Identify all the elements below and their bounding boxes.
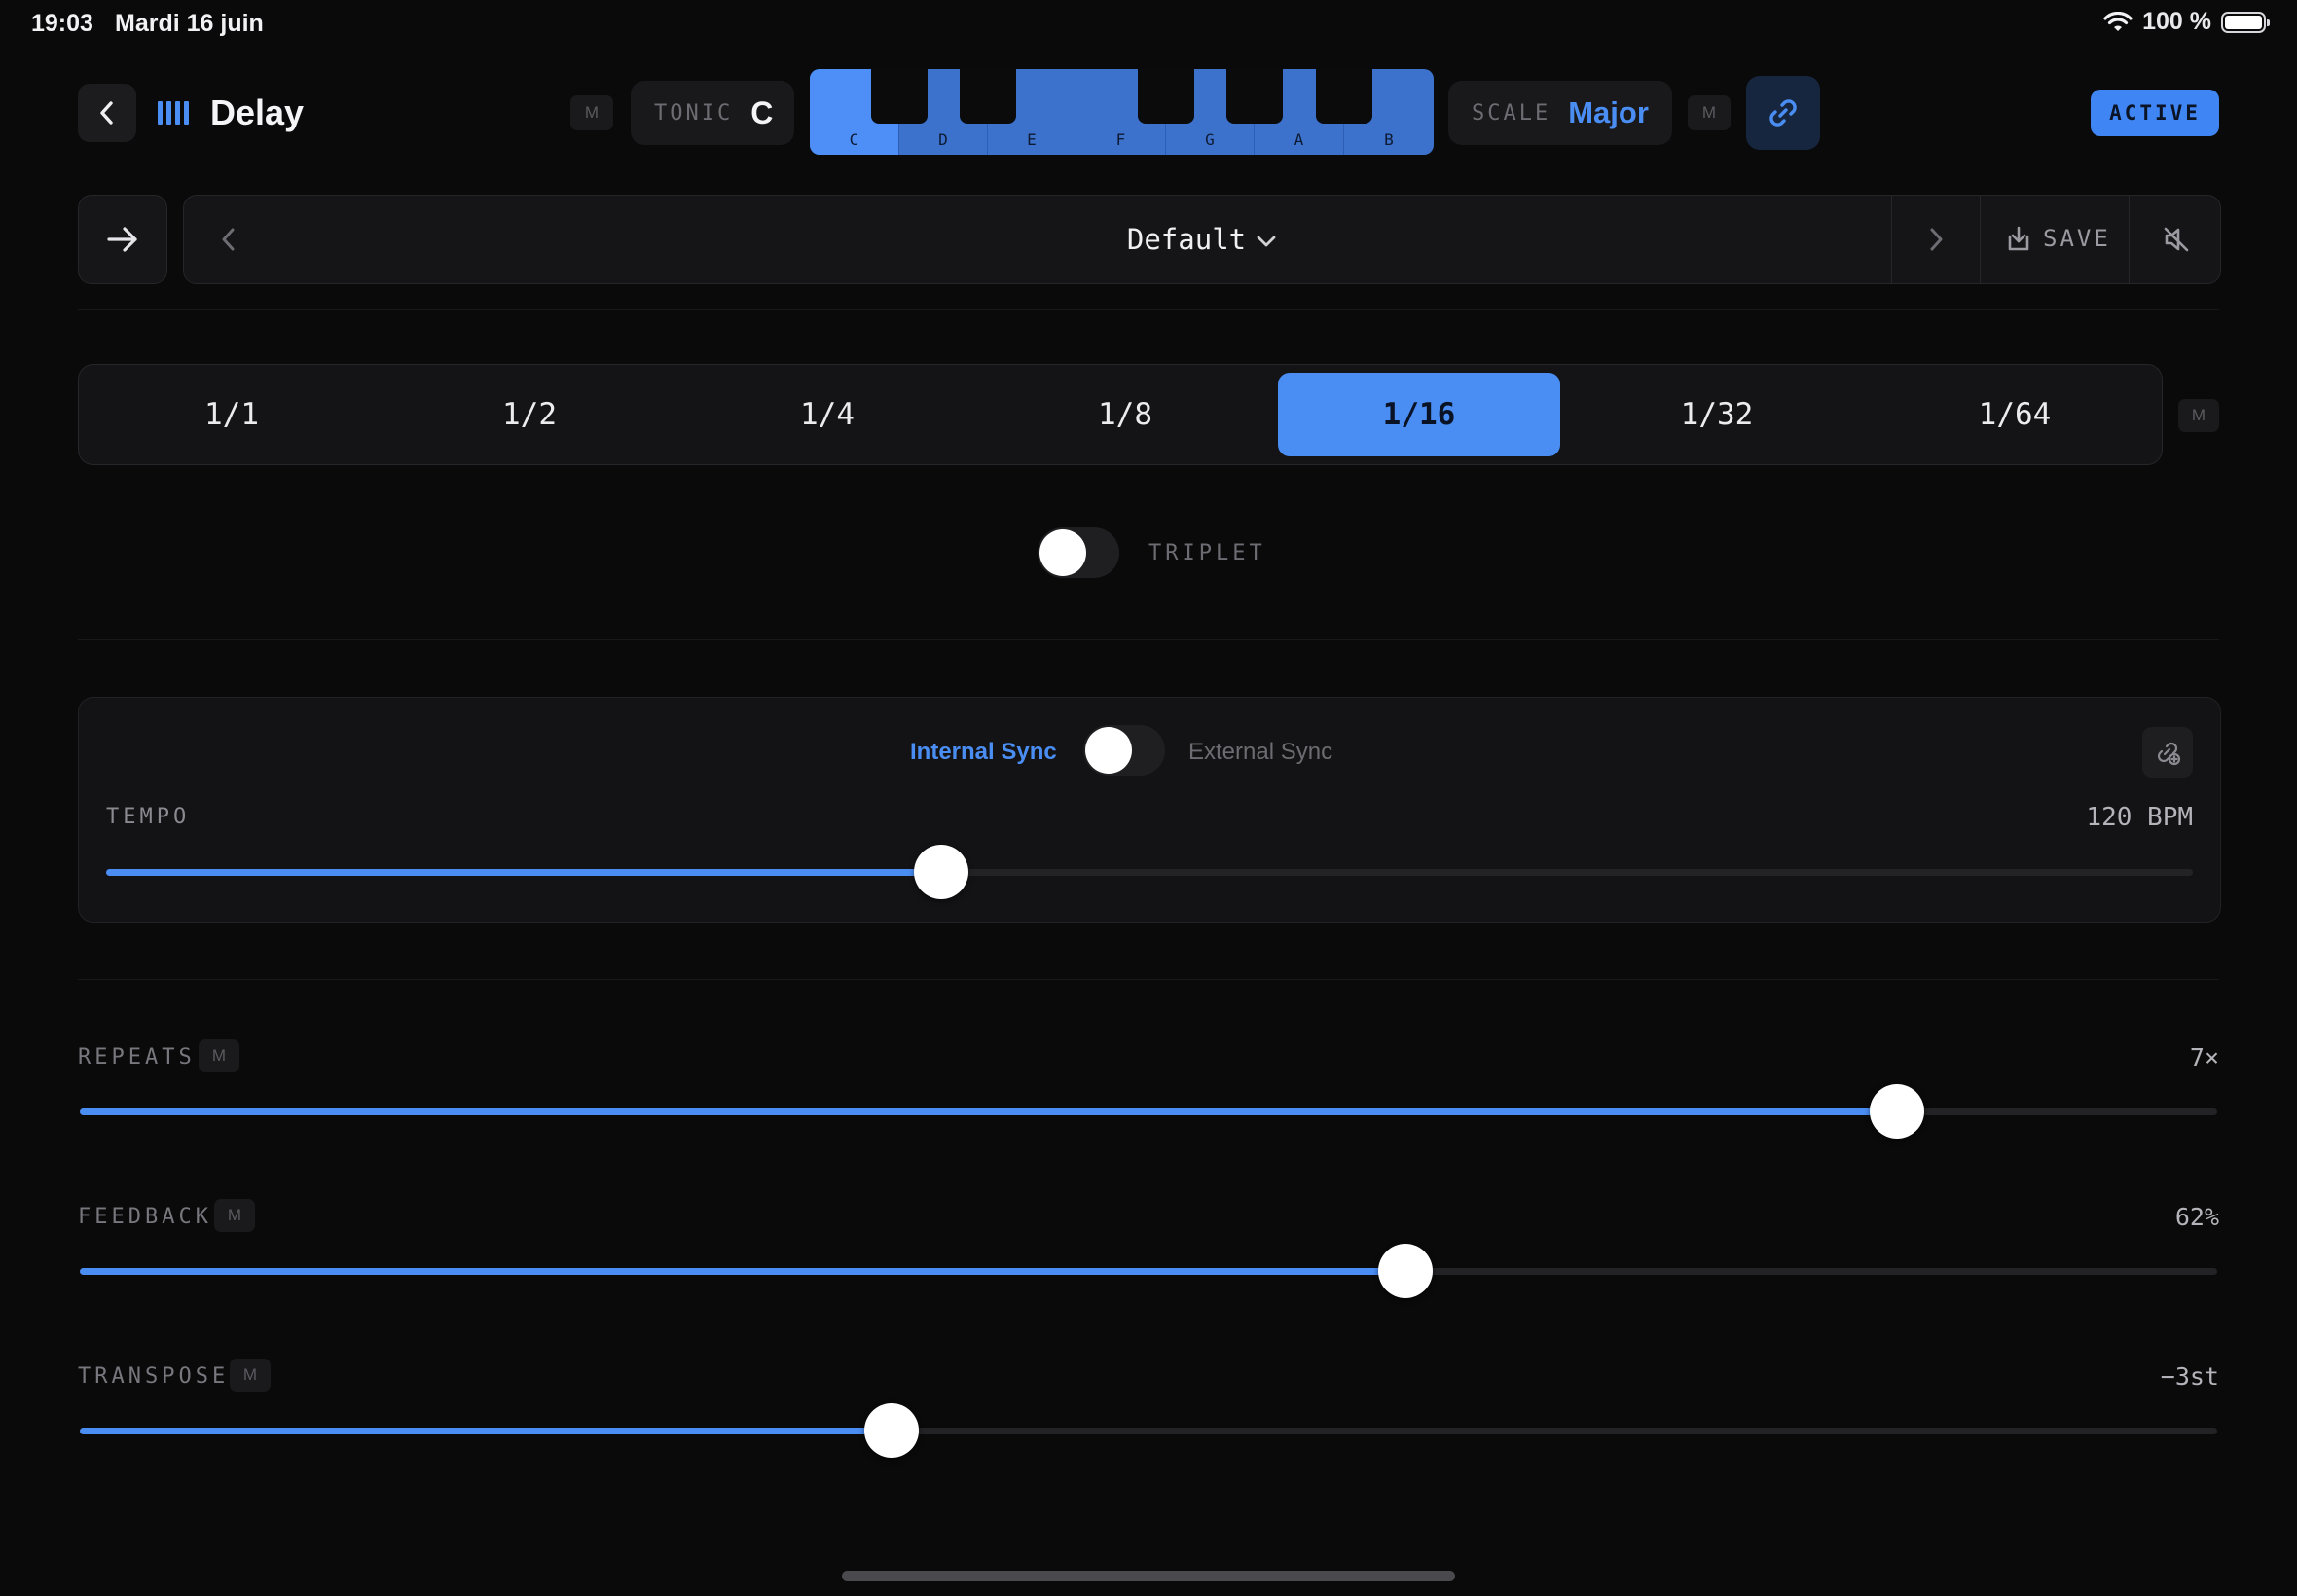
transpose-slider-fill — [80, 1428, 893, 1434]
battery-icon — [2221, 11, 2270, 33]
triplet-label: TRIPLET — [1148, 541, 1266, 565]
feedback-label: FEEDBACK — [78, 1205, 212, 1229]
repeats-label: REPEATS — [78, 1045, 196, 1070]
scale-label: SCALE — [1472, 100, 1551, 126]
link-icon — [1769, 99, 1797, 127]
feedback-slider[interactable] — [80, 1244, 2217, 1298]
key-c-sharp[interactable] — [871, 69, 928, 124]
home-indicator — [842, 1571, 1455, 1581]
repeats-value: 7× — [2189, 1043, 2219, 1071]
status-indicators: 100 % — [2103, 8, 2270, 36]
tap-sync-button[interactable] — [2142, 727, 2193, 778]
scale-selector[interactable]: SCALE Major — [1448, 81, 1672, 145]
key-a-sharp[interactable] — [1316, 69, 1372, 124]
page-title: Delay — [210, 92, 305, 132]
speaker-muted-icon — [2164, 227, 2188, 252]
sync-toggle[interactable] — [1083, 725, 1165, 776]
chevron-right-icon — [1930, 228, 1943, 251]
division-option-selected[interactable]: 1/16 — [1278, 373, 1560, 456]
transpose-slider-thumb[interactable] — [864, 1403, 920, 1458]
bars-icon — [158, 101, 189, 125]
back-button[interactable] — [78, 84, 136, 142]
transpose-slider[interactable] — [80, 1403, 2217, 1458]
triplet-toggle[interactable] — [1038, 527, 1119, 578]
repeats-slider[interactable] — [80, 1084, 2217, 1139]
preset-next-button[interactable] — [1891, 196, 1981, 283]
key-g-sharp[interactable] — [1226, 69, 1283, 124]
midi-map-badge-division[interactable]: M — [2178, 399, 2219, 432]
mute-button[interactable] — [2129, 196, 2222, 283]
division-option[interactable]: 1/4 — [686, 373, 968, 456]
tonic-selector[interactable]: TONIC C — [631, 81, 794, 145]
divider — [78, 309, 2219, 310]
chevron-down-icon — [1257, 236, 1276, 247]
save-label: SAVE — [2043, 225, 2111, 252]
tempo-label: TEMPO — [106, 805, 191, 829]
status-date: Mardi 16 juin — [115, 10, 264, 37]
transpose-value: −3st — [2160, 1362, 2219, 1391]
division-option[interactable]: 1/8 — [984, 373, 1266, 456]
midi-map-badge-transpose[interactable]: M — [230, 1359, 271, 1392]
divider — [78, 639, 2219, 640]
divider — [78, 979, 2219, 980]
scale-value: Major — [1568, 95, 1649, 129]
active-button[interactable]: ACTIVE — [2091, 90, 2219, 136]
tempo-slider-fill — [106, 869, 941, 876]
division-option[interactable]: 1/32 — [1576, 373, 1858, 456]
key-d-sharp[interactable] — [960, 69, 1016, 124]
midi-map-badge-tonic[interactable]: M — [570, 95, 613, 130]
preset-bar: Default SAVE — [183, 195, 2221, 284]
sync-card: Internal Sync External Sync TEMPO 120 BP… — [78, 697, 2221, 923]
division-option[interactable]: 1/1 — [91, 373, 373, 456]
midi-map-badge-scale[interactable]: M — [1688, 95, 1731, 130]
tonic-label: TONIC — [654, 100, 734, 126]
wifi-icon — [2103, 11, 2133, 31]
midi-map-badge-repeats[interactable]: M — [199, 1039, 239, 1072]
save-icon — [2008, 226, 2029, 251]
division-option[interactable]: 1/64 — [1874, 373, 2156, 456]
tempo-slider-thumb[interactable] — [913, 845, 968, 899]
repeats-slider-fill — [80, 1108, 1897, 1115]
tempo-value: 120 BPM — [2086, 803, 2193, 832]
battery-percent: 100 % — [2142, 8, 2211, 35]
division-selector: 1/1 1/2 1/4 1/8 1/16 1/32 1/64 — [78, 364, 2163, 465]
route-button[interactable] — [78, 195, 167, 284]
external-sync-label[interactable]: External Sync — [1188, 739, 1332, 766]
division-option[interactable]: 1/2 — [388, 373, 671, 456]
status-time: 19:03 — [31, 10, 93, 37]
internal-sync-label[interactable]: Internal Sync — [910, 739, 1057, 766]
feedback-value: 62% — [2174, 1203, 2219, 1231]
tempo-slider[interactable] — [106, 845, 2193, 899]
feedback-slider-fill — [80, 1268, 1405, 1275]
scale-keyboard[interactable]: C D E F G A B — [810, 69, 1434, 155]
transpose-label: TRANSPOSE — [78, 1364, 230, 1389]
repeats-slider-thumb[interactable] — [1869, 1084, 1924, 1139]
link-button[interactable] — [1746, 76, 1820, 150]
key-f-sharp[interactable] — [1138, 69, 1194, 124]
save-button[interactable]: SAVE — [2006, 225, 2111, 252]
link-plus-icon — [2157, 742, 2181, 766]
arrow-right-icon — [107, 227, 137, 252]
feedback-slider-thumb[interactable] — [1377, 1244, 1433, 1298]
tonic-value: C — [750, 94, 774, 130]
midi-map-badge-feedback[interactable]: M — [214, 1199, 255, 1232]
preset-name: Default — [1126, 223, 1247, 256]
chevron-left-icon — [100, 101, 113, 125]
